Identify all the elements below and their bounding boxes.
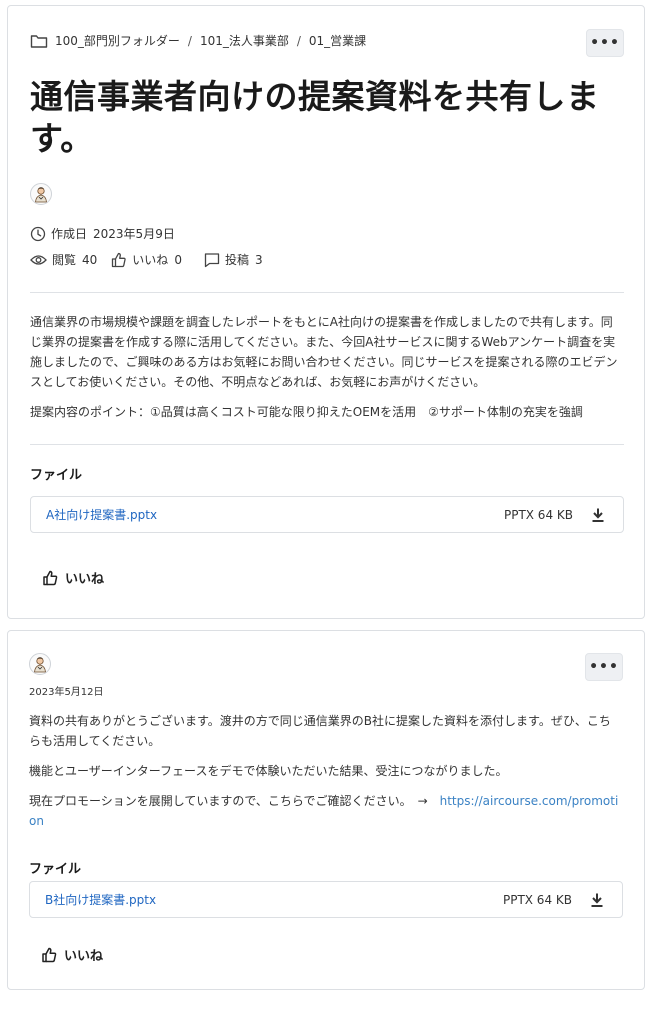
breadcrumb-item-corporate[interactable]: 101_法人事業部 [200,32,289,49]
reply-body: 資料の共有ありがとうございます。渡井の方で同じ通信業界のB社に提案した資料を添付… [29,711,621,841]
thumbs-up-icon [112,252,126,267]
thumbs-up-icon [42,947,57,962]
reply-body-paragraph: 資料の共有ありがとうございます。渡井の方で同じ通信業界のB社に提案した資料を添付… [29,714,611,748]
created-date-row: 作成日 2023年5月9日 [30,225,175,242]
avatar[interactable] [29,653,51,675]
more-options-button[interactable]: ••• [586,29,624,57]
more-dots-icon: ••• [589,659,619,675]
thumbs-up-icon [43,570,58,585]
comment-icon [204,252,220,267]
download-icon[interactable] [589,892,605,908]
divider [30,444,624,445]
breadcrumb-item-department[interactable]: 100_部門別フォルダー [55,32,180,49]
breadcrumb-item-sales[interactable]: 01_営業課 [309,32,366,49]
views-count: 40 [82,252,98,267]
post-card: 100_部門別フォルダー / 101_法人事業部 / 01_営業課 ••• 通信… [7,5,645,619]
file-attachment: A社向け提案書.pptx PPTX 64 KB [30,496,624,533]
eye-icon [30,254,47,265]
folder-icon [30,34,48,48]
reply-body-paragraph: 機能とユーザーインターフェースをデモで体験いただいた結果、受注につながりました。 [29,764,508,778]
breadcrumb: 100_部門別フォルダー / 101_法人事業部 / 01_営業課 [30,32,366,49]
promo-text: 現在プロモーションを展開していますので、こちらでご確認ください。 → [29,794,440,808]
clock-icon [30,226,46,241]
like-button[interactable]: いいね [36,564,110,591]
file-meta: PPTX 64 KB [503,507,573,522]
file-attachment: B社向け提案書.pptx PPTX 64 KB [29,881,623,918]
download-icon[interactable] [590,507,606,523]
post-body: 通信業界の市場規模や課題を調査したレポートをもとにA社向けの提案書を作成しました… [30,312,622,432]
post-body-paragraph: 提案内容のポイント：①品質は高くコスト可能な限り抑えたOEMを活用 ②サポート体… [30,405,583,419]
breadcrumb-separator: / [187,33,192,48]
avatar[interactable] [30,183,52,205]
divider [30,292,624,293]
likes-label: いいね [132,253,169,267]
page-title: 通信事業者向けの提案資料を共有します。 [30,77,600,158]
avatar-icon [35,187,47,203]
avatar-icon [34,657,46,673]
stats-row: 閲覧 40 いいね 0 投稿 3 [30,251,263,268]
created-label: 作成日 [51,227,88,241]
comments-label: 投稿 [224,253,249,267]
likes-count: 0 [174,252,182,267]
post-body-paragraph: 通信業界の市場規模や課題を調査したレポートをもとにA社向けの提案書を作成しました… [30,315,618,389]
file-meta: PPTX 64 KB [502,892,572,907]
more-options-button[interactable]: ••• [585,653,623,681]
file-link[interactable]: B社向け提案書.pptx [45,891,156,908]
files-heading: ファイル [29,862,82,877]
like-button-label: いいね [65,572,105,587]
like-button-label: いいね [64,949,104,964]
reply-date: 2023年5月12日 [29,687,104,698]
more-dots-icon: ••• [590,35,620,51]
reply-card: ••• 2023年5月12日 資料の共有ありがとうございます。渡井の方で同じ通信… [7,630,645,990]
views-label: 閲覧 [52,253,77,267]
reply-promo-paragraph: 現在プロモーションを展開していますので、こちらでご確認ください。 → https… [29,791,621,831]
files-heading: ファイル [30,468,83,483]
created-date: 2023年5月9日 [93,227,175,241]
comments-count: 3 [254,252,263,267]
breadcrumb-separator: / [296,33,301,48]
file-link[interactable]: A社向け提案書.pptx [46,506,157,523]
like-button[interactable]: いいね [35,941,109,968]
